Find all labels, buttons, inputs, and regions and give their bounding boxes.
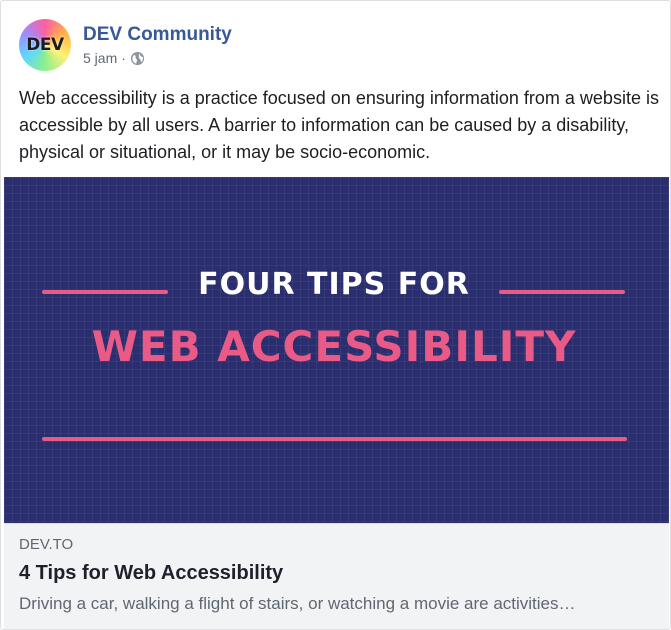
post-timestamp[interactable]: 5 jam — [83, 50, 117, 66]
link-preview-box[interactable]: DEV.TO 4 Tips for Web Accessibility Driv… — [4, 523, 669, 629]
avatar-logo-text: DEV — [26, 35, 64, 55]
link-title[interactable]: 4 Tips for Web Accessibility — [19, 562, 283, 585]
post-subline: 5 jam · — [83, 50, 232, 66]
page-name-link[interactable]: DEV Community — [83, 24, 232, 46]
link-preview-image[interactable]: FOUR TIPS FOR WEB ACCESSIBILITY — [4, 177, 669, 523]
globe-icon[interactable] — [130, 51, 145, 66]
post-card: DEV DEV Community 5 jam · Web accessibil… — [0, 0, 671, 630]
link-domain: DEV.TO — [19, 536, 74, 553]
post-text: Web accessibility is a practice focused … — [19, 88, 659, 162]
avatar[interactable]: DEV — [19, 19, 71, 71]
post-meta: DEV Community 5 jam · — [83, 24, 232, 66]
link-description: Driving a car, walking a flight of stair… — [19, 594, 576, 613]
hero-headline-top: FOUR TIPS FOR — [198, 267, 470, 302]
post-header: DEV DEV Community 5 jam · — [19, 19, 232, 75]
separator-dot: · — [121, 50, 126, 66]
hero-headline-main: WEB ACCESSIBILITY — [91, 322, 577, 371]
decorative-line-bottom — [42, 437, 627, 441]
